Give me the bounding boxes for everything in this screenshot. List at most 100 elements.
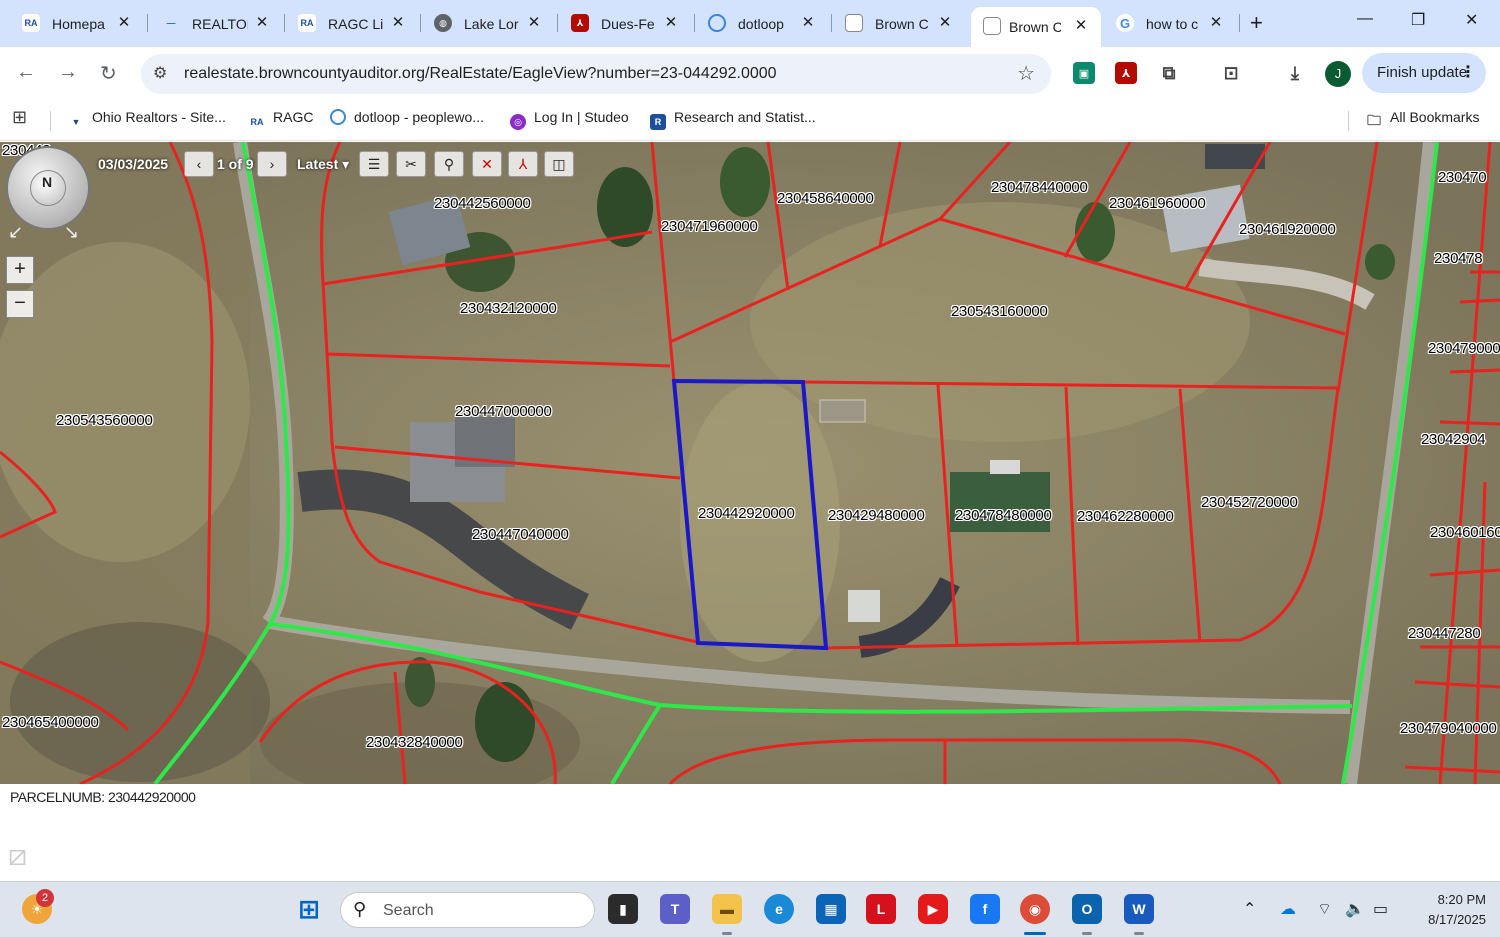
tab-dues-fe[interactable]: ⅄ Dues-Fe ✕	[549, 8, 694, 39]
parcel-label[interactable]: 230452720000	[1201, 494, 1298, 511]
tab-realtor[interactable]: — REALTOR ✕	[140, 8, 285, 39]
edge-icon[interactable]: e	[764, 894, 794, 924]
forward-button[interactable]: →	[58, 61, 78, 84]
parcel-label[interactable]: 230432120000	[460, 300, 557, 317]
download-icon[interactable]: ⤓	[1284, 62, 1306, 84]
teams-icon[interactable]: T	[660, 894, 690, 924]
tab-brown-county-active[interactable]: Brown C ✕	[971, 7, 1101, 47]
bookmark-dotloop[interactable]: dotloop - peoplewo...	[330, 109, 484, 125]
parcel-label[interactable]: 230478	[1434, 250, 1483, 267]
parcel-label[interactable]: 230478440000	[991, 179, 1088, 196]
address-bar[interactable]: ⚙ realestate.browncountyauditor.org/Real…	[141, 54, 1051, 94]
rotate-right-icon[interactable]: ↘	[64, 222, 79, 243]
chevron-up-icon[interactable]: ⌃	[1243, 899, 1256, 919]
outlook-icon[interactable]: O	[1072, 894, 1102, 924]
close-icon[interactable]: ✕	[1071, 16, 1091, 34]
parcel-label[interactable]: 230461920000	[1239, 221, 1336, 238]
bookmark-studeo[interactable]: ◎ Log In | Studeo	[510, 109, 629, 130]
pdf-export-icon[interactable]: ⅄	[508, 151, 538, 177]
aerial-map[interactable]: 230442560000 230471960000 230458640000 2…	[0, 142, 1500, 784]
close-icon[interactable]: ✕	[252, 13, 272, 31]
restore-button[interactable]: ❐	[1411, 10, 1425, 30]
all-bookmarks-button[interactable]: 🗀 All Bookmarks	[1366, 109, 1479, 128]
tab-lake-lor[interactable]: ◍ Lake Lor ✕	[412, 8, 557, 39]
clear-icon[interactable]: ✕	[472, 151, 502, 177]
parcel-label[interactable]: 230471960000	[661, 218, 758, 235]
reload-button[interactable]: ↻	[100, 61, 117, 86]
close-icon[interactable]: ✕	[935, 13, 955, 31]
parcel-label[interactable]: 230478480000	[955, 507, 1052, 524]
close-icon[interactable]: ✕	[114, 13, 134, 31]
previous-image-button[interactable]: ‹	[184, 151, 214, 177]
battery-icon[interactable]: ▭	[1373, 899, 1388, 919]
zoom-out-button[interactable]: −	[6, 290, 34, 318]
tab-brown-county-1[interactable]: Brown C ✕	[823, 8, 968, 39]
location-pin-icon[interactable]: ⚲	[434, 151, 464, 177]
zoom-in-button[interactable]: +	[6, 256, 34, 284]
tab-homepage[interactable]: RA Homepa ✕	[0, 8, 145, 39]
chrome-icon[interactable]: ◉	[1020, 894, 1050, 924]
windows-start-icon[interactable]: ⊞	[294, 894, 324, 924]
onedrive-icon[interactable]: ☁	[1280, 899, 1296, 919]
close-icon[interactable]: ✕	[388, 13, 408, 31]
parcel-label[interactable]: 230470	[1438, 169, 1487, 186]
layers-icon[interactable]: ☰	[359, 151, 389, 177]
close-icon[interactable]: ✕	[661, 13, 681, 31]
site-info-icon[interactable]: ⚙	[153, 63, 167, 83]
wifi-icon[interactable]: ⌔	[1317, 899, 1332, 919]
parcel-label[interactable]: 230462280000	[1077, 508, 1174, 525]
finish-update-button[interactable]: Finish update ⋮	[1362, 53, 1486, 93]
parcel-label[interactable]: 230461960000	[1109, 195, 1206, 212]
back-button[interactable]: ←	[16, 61, 36, 84]
tab-dotloop[interactable]: dotloop ✕	[686, 8, 831, 39]
minimize-button[interactable]: —	[1357, 10, 1373, 28]
close-window-button[interactable]: ✕	[1465, 10, 1478, 30]
parcel-label[interactable]: 230543560000	[56, 412, 153, 429]
word-icon[interactable]: W	[1124, 894, 1154, 924]
split-view-icon[interactable]: ◫	[544, 151, 574, 177]
system-clock[interactable]: 8:20 PM 8/17/2025	[1406, 890, 1486, 930]
parcel-label[interactable]: 23042904	[1421, 431, 1486, 448]
close-icon[interactable]: ✕	[1206, 13, 1226, 31]
file-explorer-icon[interactable]: ▬	[712, 894, 742, 924]
extensions-puzzle-icon[interactable]: ⧉	[1158, 62, 1180, 84]
extension-icon[interactable]: ▣	[1073, 62, 1095, 84]
latest-dropdown[interactable]: Latest ▾	[297, 156, 349, 173]
parcel-label[interactable]: 230442560000	[434, 195, 531, 212]
parcel-label[interactable]: 230447040000	[472, 526, 569, 543]
parcel-label[interactable]: 230429480000	[828, 507, 925, 524]
tab-google-search[interactable]: G how to c ✕	[1100, 8, 1240, 39]
bookmark-ohio-realtors[interactable]: ▼ Ohio Realtors - Site...	[68, 109, 226, 130]
volume-icon[interactable]: 🔈	[1345, 899, 1365, 919]
more-menu-icon[interactable]: ⋮	[1460, 62, 1476, 82]
parcel-label[interactable]: 230479040000	[1400, 720, 1497, 737]
bookmark-research[interactable]: R Research and Statist...	[650, 109, 816, 130]
apps-grid-icon[interactable]: ⊞	[12, 107, 27, 128]
close-icon[interactable]: ✕	[524, 13, 544, 31]
youtube-icon[interactable]: ▶	[918, 894, 948, 924]
facebook-icon[interactable]: f	[970, 894, 1000, 924]
task-view-icon[interactable]: ▮	[608, 894, 638, 924]
parcel-label[interactable]: 230447000000	[455, 403, 552, 420]
parcel-label[interactable]: 230442920000	[698, 505, 795, 522]
parcel-label[interactable]: 230465400000	[2, 714, 99, 731]
compass-control[interactable]: N	[6, 146, 90, 230]
store-icon[interactable]: ▦	[816, 894, 846, 924]
tab-ragc-lil[interactable]: RA RAGC Lil ✕	[276, 8, 421, 39]
parcel-label[interactable]: 230458640000	[777, 190, 874, 207]
parcel-label[interactable]: 230543160000	[951, 303, 1048, 320]
adobe-pdf-icon[interactable]: ⅄	[1115, 62, 1137, 84]
parcel-label[interactable]: 230432840000	[366, 734, 463, 751]
close-icon[interactable]: ✕	[798, 13, 818, 31]
taskbar-search[interactable]: ⚲ Search	[340, 892, 595, 928]
parcel-label[interactable]: 2304601600	[1430, 524, 1500, 541]
profile-avatar[interactable]: J	[1325, 61, 1351, 87]
tools-icon[interactable]: ✂	[396, 151, 426, 177]
l-app-icon[interactable]: L	[866, 894, 896, 924]
url-text[interactable]: realestate.browncountyauditor.org/RealEs…	[184, 65, 777, 83]
bookmark-ragc[interactable]: RA RAGC	[249, 109, 314, 130]
next-image-button[interactable]: ›	[257, 151, 287, 177]
tab-search-icon[interactable]: ⊡	[1220, 62, 1242, 84]
parcel-label[interactable]: 230447280	[1408, 625, 1481, 642]
parcel-label[interactable]: 230479000	[1428, 340, 1500, 357]
